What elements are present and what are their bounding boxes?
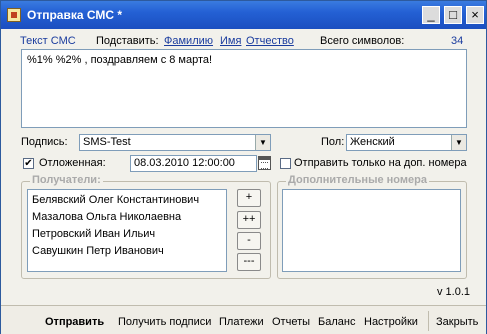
chevron-down-icon[interactable]: ▼: [451, 135, 466, 150]
signature-select[interactable]: SMS-Test ▼: [79, 134, 271, 151]
add-all-recipients-button[interactable]: ++: [237, 211, 261, 229]
sms-text-label: Текст СМС: [20, 35, 76, 47]
list-item[interactable]: Мазалова Ольга Николаевна: [32, 209, 222, 226]
recipients-list[interactable]: Белявский Олег Константинович Мазалова О…: [27, 189, 227, 272]
gender-value: Женский: [350, 136, 395, 148]
deferred-label: Отложенная:: [39, 157, 106, 169]
maximize-button[interactable]: □: [444, 6, 462, 24]
action-bar: Отправить Получить подписи Платежи Отчет…: [1, 305, 486, 334]
extra-numbers-list[interactable]: [282, 189, 461, 272]
close-button[interactable]: Закрыть: [436, 316, 478, 328]
insert-lastname-link[interactable]: Фамилию: [164, 35, 213, 47]
calendar-icon[interactable]: [258, 156, 271, 170]
remove-all-recipients-button[interactable]: ---: [237, 253, 261, 271]
reports-button[interactable]: Отчеты: [272, 316, 310, 328]
close-window-button[interactable]: ×: [466, 6, 484, 24]
balance-button[interactable]: Баланс: [318, 316, 355, 328]
get-signatures-button[interactable]: Получить подписи: [118, 316, 211, 328]
signature-value: SMS-Test: [83, 136, 131, 148]
list-item[interactable]: Петровский Иван Ильич: [32, 226, 222, 243]
extra-only-checkbox[interactable]: [280, 158, 291, 169]
chevron-down-icon[interactable]: ▼: [255, 135, 270, 150]
insert-patronymic-link[interactable]: Отчество: [246, 35, 294, 47]
gender-label: Пол:: [321, 136, 345, 148]
sms-window: Отправка СМС * _ □ × Текст СМС Подставит…: [0, 0, 487, 334]
gender-select[interactable]: Женский ▼: [346, 134, 467, 151]
send-button[interactable]: Отправить: [45, 316, 104, 328]
total-chars-label: Всего символов:: [320, 35, 405, 47]
payments-button[interactable]: Платежи: [219, 316, 264, 328]
list-item[interactable]: Белявский Олег Константинович: [32, 192, 222, 209]
extra-numbers-title: Дополнительные номера: [286, 174, 429, 186]
remove-recipient-button[interactable]: -: [237, 232, 261, 250]
extra-only-label: Отправить только на доп. номера: [294, 157, 467, 169]
deferred-datetime-field[interactable]: 08.03.2010 12:00:00: [130, 155, 257, 172]
sms-text-area[interactable]: %1% %2% , поздравляем с 8 марта!: [21, 49, 467, 128]
sms-text: %1% %2% , поздравляем с 8 марта!: [27, 54, 213, 66]
app-icon: [7, 8, 21, 22]
insert-firstname-link[interactable]: Имя: [220, 35, 241, 47]
total-chars-count: 34: [451, 35, 464, 47]
version-label: v 1.0.1: [437, 286, 471, 298]
title-bar[interactable]: Отправка СМС * _ □ ×: [1, 1, 486, 29]
deferred-checkbox[interactable]: ✔: [23, 158, 34, 169]
separator: [428, 311, 429, 331]
list-item[interactable]: Савушкин Петр Иванович: [32, 243, 222, 260]
deferred-datetime-value: 08.03.2010 12:00:00: [134, 157, 235, 169]
minimize-button[interactable]: _: [422, 6, 440, 24]
signature-label: Подпись:: [21, 136, 68, 148]
insert-label: Подставить:: [96, 35, 159, 47]
add-recipient-button[interactable]: +: [237, 189, 261, 207]
window-title: Отправка СМС *: [27, 8, 123, 22]
recipients-title: Получатели:: [30, 174, 103, 186]
settings-button[interactable]: Настройки: [364, 316, 418, 328]
